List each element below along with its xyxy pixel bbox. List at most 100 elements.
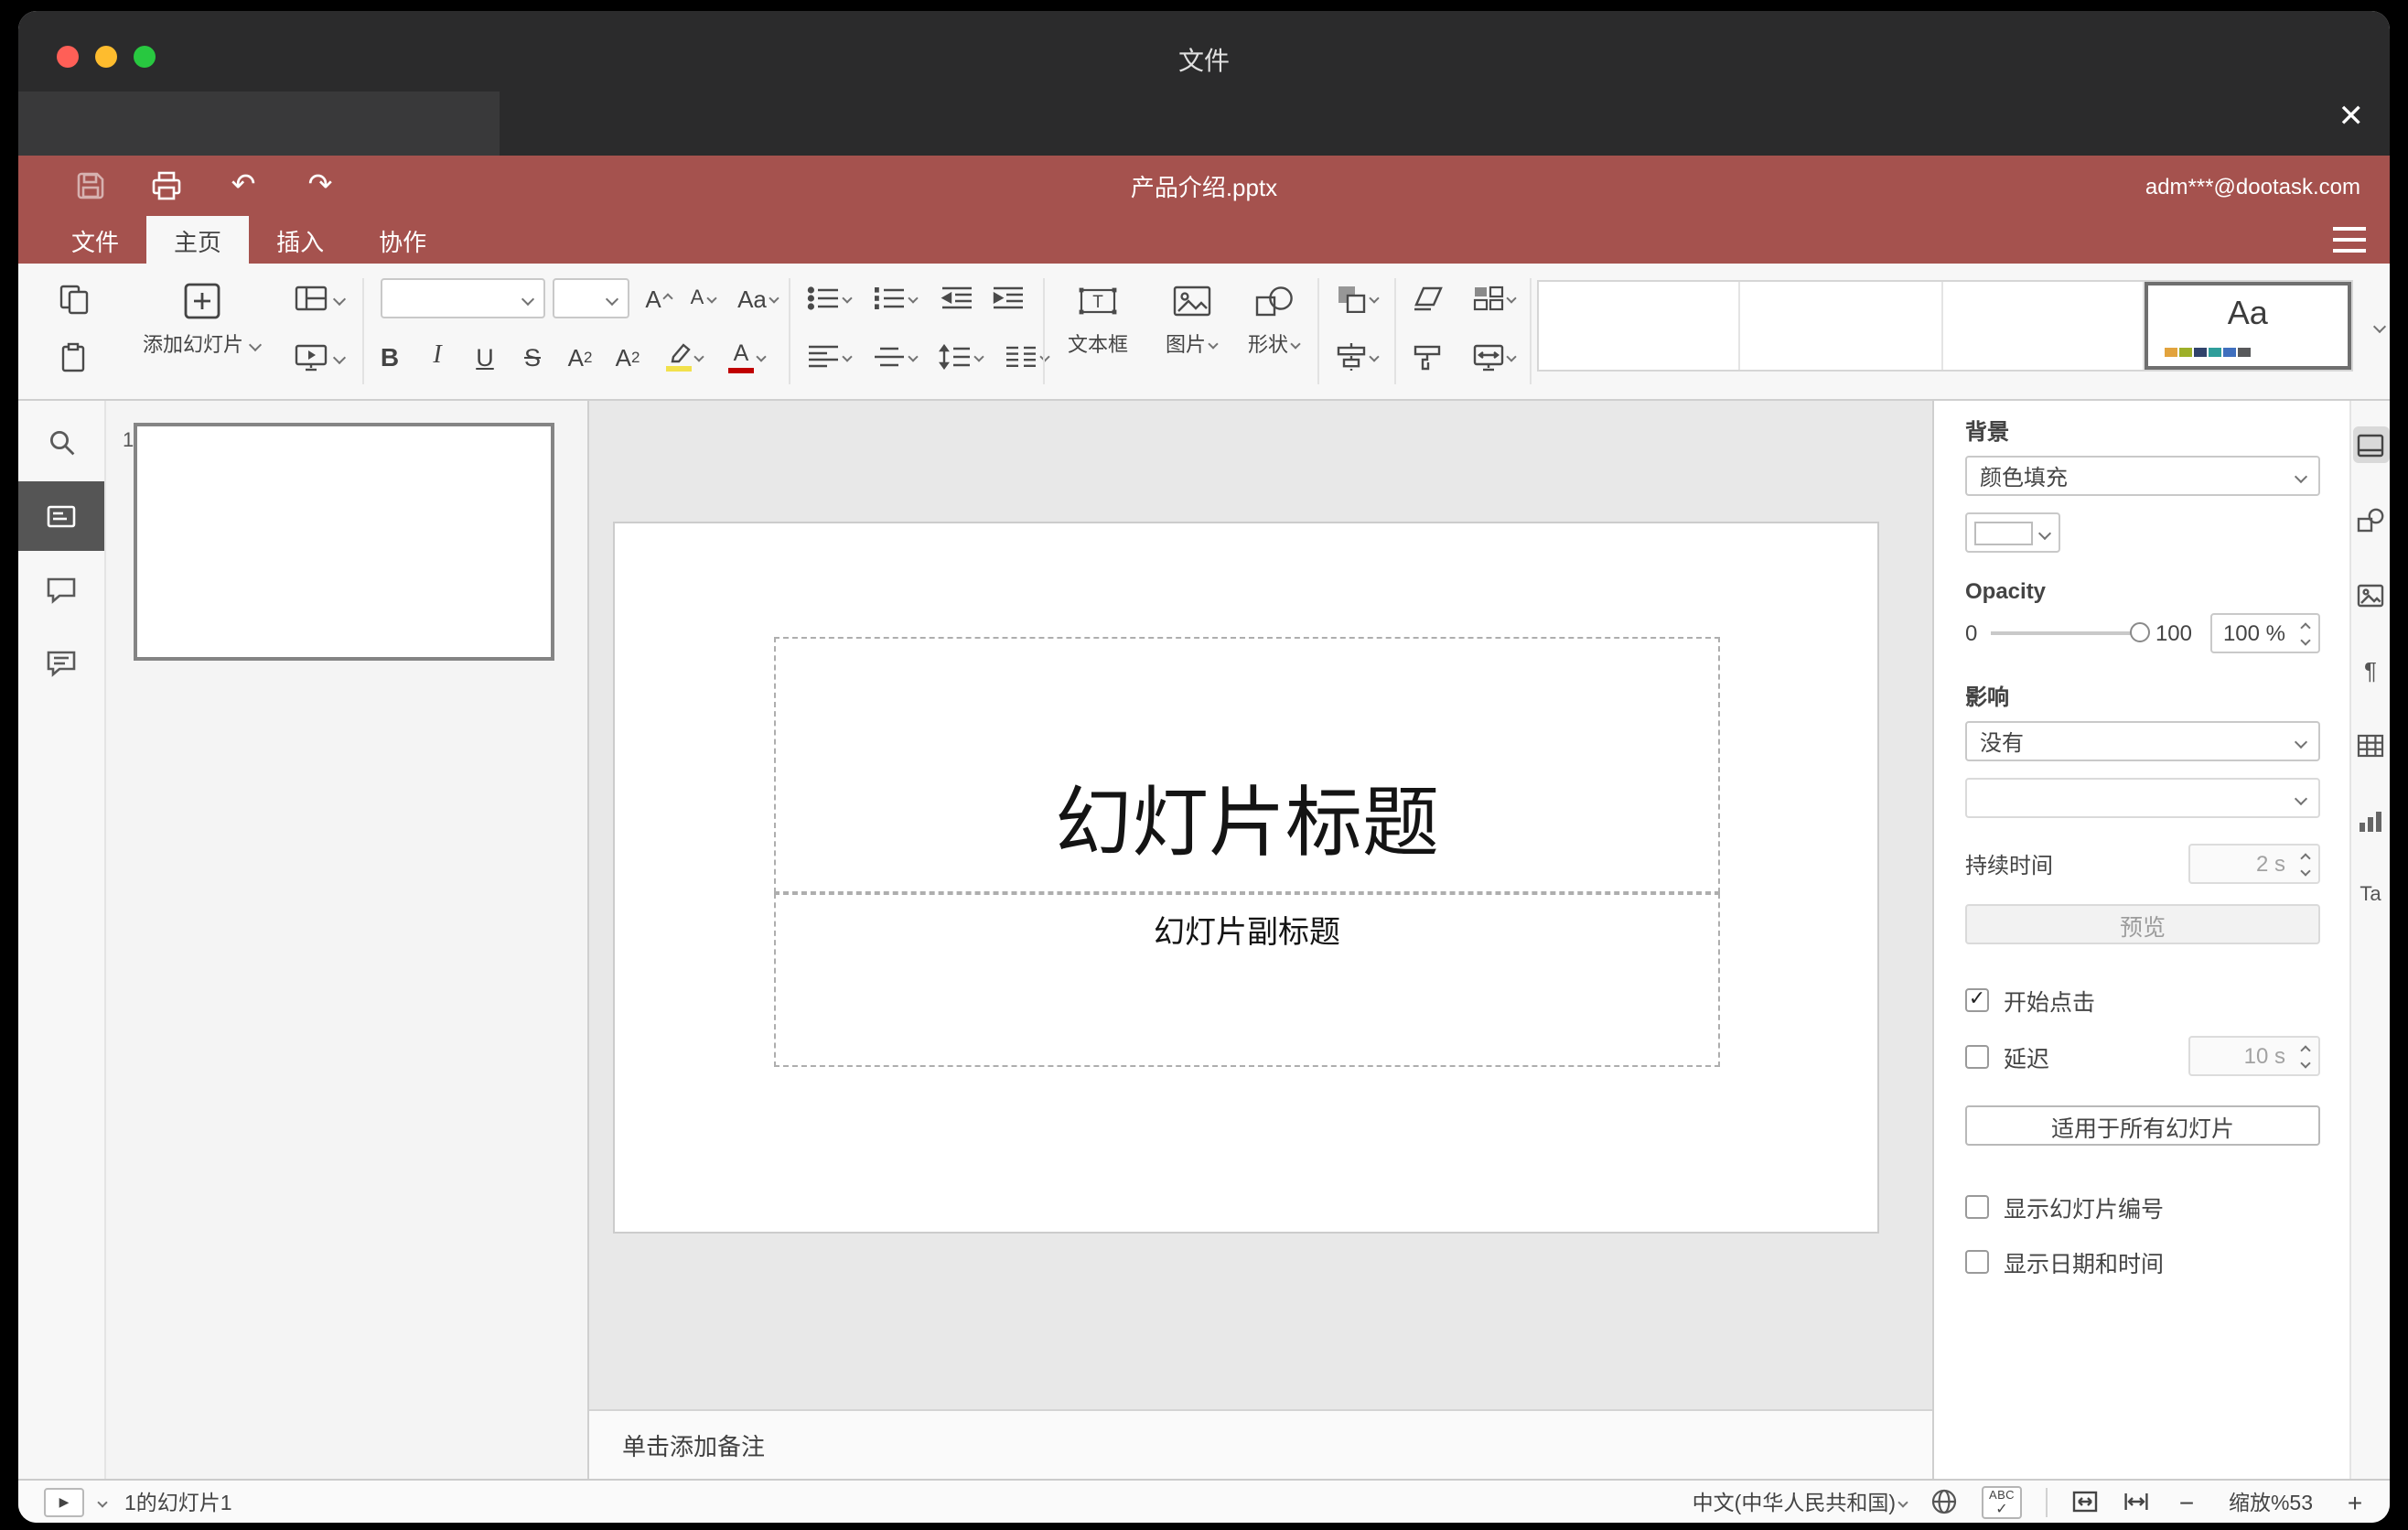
copy-button[interactable] [48, 275, 99, 322]
arrange-shape-button[interactable] [1325, 275, 1387, 322]
background-fill-select[interactable]: 颜色填充 [1965, 456, 2320, 496]
numbering-button[interactable] [864, 275, 926, 322]
toolbar-separator [1530, 278, 1532, 384]
slide-layout-button[interactable] [285, 275, 351, 322]
document-language-button[interactable] [1930, 1488, 1958, 1515]
paragraph-settings-button[interactable]: ¶ [2352, 652, 2389, 688]
theme-gallery-expand-button[interactable] [2360, 280, 2390, 372]
tab-collaboration[interactable]: 协作 [351, 216, 454, 264]
theme-option-1[interactable] [1539, 282, 1741, 370]
theme-option-selected[interactable]: Aa [2144, 282, 2351, 370]
opacity-slider[interactable] [1990, 622, 2151, 642]
save-icon[interactable] [73, 169, 106, 202]
slide-title-placeholder[interactable]: 幻灯片标题 [774, 637, 1720, 893]
editor-header: ↶ ↷ 产品介绍.pptx adm***@dootask.com 文件 主页 插… [18, 156, 2390, 264]
chevron-down-icon[interactable] [97, 1496, 108, 1507]
slide-settings-button[interactable] [2352, 426, 2389, 463]
apply-to-all-slides-button[interactable]: 适用于所有幻灯片 [1965, 1105, 2320, 1146]
italic-button[interactable]: I [414, 333, 461, 381]
font-color-bar [728, 367, 754, 372]
spinner-arrows[interactable] [2295, 621, 2318, 645]
background-color-picker[interactable] [1965, 512, 2060, 553]
insert-shape-button[interactable]: 形状 [1233, 273, 1314, 386]
superscript-button[interactable]: A2 [556, 333, 604, 381]
tab-insert[interactable]: 插入 [249, 216, 351, 264]
show-date-time-checkbox[interactable]: 显示日期和时间 [1965, 1244, 2320, 1279]
menu-icon[interactable] [2333, 227, 2366, 253]
undo-icon[interactable]: ↶ [227, 169, 260, 202]
decrease-indent-button[interactable] [933, 275, 981, 322]
slide-thumbnail-1[interactable] [134, 423, 554, 661]
underline-button[interactable]: U [461, 333, 509, 381]
search-panel-button[interactable] [18, 408, 104, 478]
decrease-font-button[interactable]: A [681, 275, 725, 322]
slide-1[interactable]: 幻灯片标题 幻灯片副标题 [615, 523, 1877, 1232]
chat-panel-button[interactable] [18, 628, 104, 697]
line-spacing-button[interactable] [930, 333, 992, 381]
tab-file[interactable]: 文件 [44, 216, 146, 264]
language-selector[interactable]: 中文(中华人民共和国) [1693, 1487, 1908, 1516]
vertical-align-button[interactable] [864, 333, 926, 381]
effect-select[interactable]: 没有 [1965, 721, 2320, 761]
fit-to-width-button[interactable] [2123, 1490, 2150, 1514]
preview-slideshow-button[interactable] [285, 333, 351, 381]
print-icon[interactable] [150, 169, 183, 202]
app-window: 文件 ✕ ↶ ↷ 产品介绍.pptx adm***@dootask.com 文件… [18, 11, 2390, 1523]
increase-indent-button[interactable] [984, 275, 1032, 322]
slide-settings-icon [2357, 433, 2384, 457]
zoom-in-button[interactable]: + [2342, 1487, 2368, 1516]
change-case-button[interactable]: Aa [728, 275, 787, 322]
clear-style-button[interactable] [1402, 275, 1453, 322]
color-scheme-button[interactable] [1460, 275, 1526, 322]
bullets-button[interactable] [798, 275, 860, 322]
horizontal-align-button[interactable] [798, 333, 860, 381]
fit-to-slide-button[interactable] [2071, 1490, 2099, 1514]
text-box-button[interactable]: T 文本框 [1054, 273, 1142, 386]
font-color-button[interactable]: A [717, 333, 776, 381]
slides-panel-button[interactable] [18, 481, 104, 551]
start-slideshow-button[interactable]: ▶ [44, 1487, 84, 1516]
duration-spinner[interactable]: 2 s [2188, 844, 2320, 884]
notes-area[interactable]: 单击添加备注 [589, 1409, 1932, 1479]
table-settings-button[interactable] [2352, 727, 2389, 763]
insert-image-button[interactable]: 图片 [1149, 273, 1233, 386]
spinner-arrows[interactable] [2295, 852, 2318, 876]
comments-panel-button[interactable] [18, 555, 104, 624]
chart-settings-button[interactable] [2352, 802, 2389, 838]
toolbar-separator [362, 278, 364, 384]
chevron-up-icon [2300, 1044, 2311, 1055]
increase-font-button[interactable]: A [637, 275, 681, 322]
opacity-spinner[interactable]: 100 % [2210, 613, 2320, 653]
align-shape-button[interactable] [1325, 333, 1387, 381]
redo-icon[interactable]: ↷ [304, 169, 337, 202]
copy-style-button[interactable] [1402, 333, 1453, 381]
delay-checkbox[interactable]: 延迟 [1965, 1039, 2049, 1073]
font-name-select[interactable] [381, 278, 545, 318]
theme-option-3[interactable] [1942, 282, 2145, 370]
show-slide-number-checkbox[interactable]: 显示幻灯片编号 [1965, 1190, 2320, 1224]
shape-settings-button[interactable] [2352, 501, 2389, 538]
theme-option-2[interactable] [1740, 282, 1942, 370]
slide-subtitle-placeholder[interactable]: 幻灯片副标题 [774, 893, 1720, 1067]
spellcheck-button[interactable]: ABC ✓ [1982, 1485, 2022, 1518]
start-on-click-checkbox[interactable]: ✓ 开始点击 [1965, 983, 2320, 1018]
subscript-button[interactable]: A2 [604, 333, 651, 381]
tab-home[interactable]: 主页 [146, 216, 250, 264]
delay-spinner[interactable]: 10 s [2188, 1036, 2320, 1076]
image-settings-button[interactable] [2352, 576, 2389, 613]
add-slide-button[interactable]: 添加幻灯片 [124, 273, 278, 386]
font-size-select[interactable] [553, 278, 629, 318]
effect-variant-select[interactable] [1965, 778, 2320, 818]
close-icon[interactable]: ✕ [2338, 99, 2365, 135]
preview-button[interactable]: 预览 [1965, 904, 2320, 944]
textart-settings-button[interactable]: Ta [2352, 877, 2389, 913]
spinner-arrows[interactable] [2295, 1044, 2318, 1068]
highlight-color-button[interactable] [655, 333, 714, 381]
paste-button[interactable] [48, 333, 99, 381]
zoom-out-button[interactable]: − [2174, 1487, 2199, 1516]
columns-button[interactable] [995, 333, 1058, 381]
strikethrough-button[interactable]: S [509, 333, 556, 381]
slide-size-button[interactable] [1460, 333, 1526, 381]
bold-button[interactable]: B [366, 333, 414, 381]
opacity-slider-thumb[interactable] [2130, 622, 2151, 642]
